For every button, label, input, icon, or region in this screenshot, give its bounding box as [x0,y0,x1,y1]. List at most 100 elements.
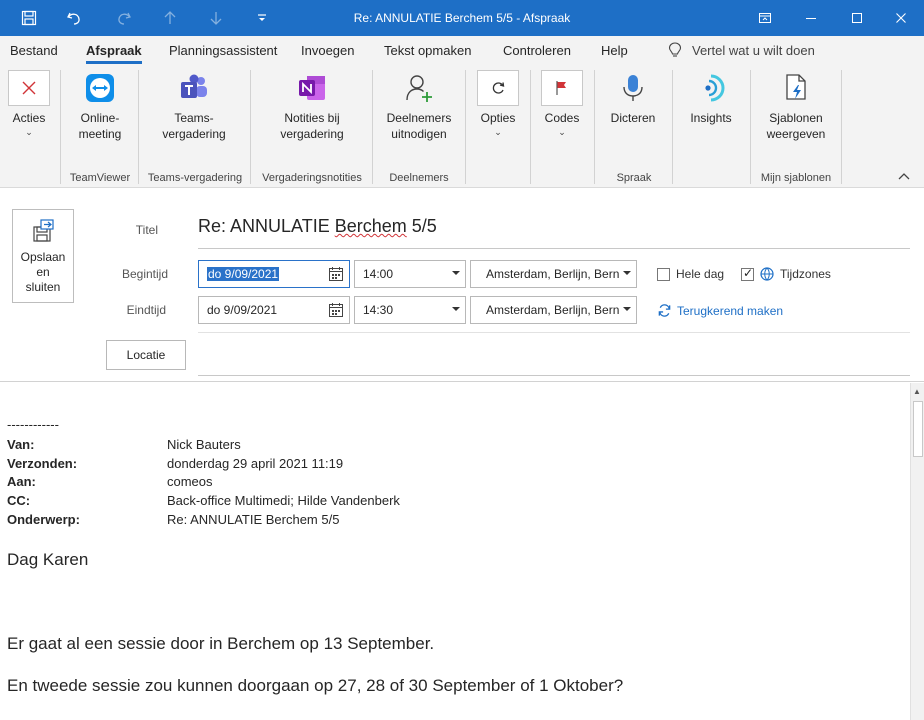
all-day-label: Hele dag [676,267,725,281]
options-button[interactable]: Opties ⌄ [476,70,520,137]
meeting-notes-button[interactable]: Notities bij vergadering [274,70,350,142]
acties-label: Acties [12,111,46,125]
start-timezone-select[interactable]: Amsterdam, Berlijn, Bern [470,260,637,288]
dropdown-arrow-icon [452,307,460,311]
tab-controleren[interactable]: Controleren [503,43,571,58]
teams-meeting-button[interactable]: Teams- vergadering [150,70,238,142]
tab-tekst-opmaken[interactable]: Tekst opmaken [384,43,471,58]
end-timezone-select[interactable]: Amsterdam, Berlijn, Bern [470,296,637,324]
maximize-icon[interactable] [834,0,880,36]
divider [60,70,61,184]
tab-bestand[interactable]: Bestand [10,43,58,58]
dropdown-arrow-icon [623,271,631,275]
group-teams: Teams-vergadering [147,172,243,184]
title-text-prefix: Re: ANNULATIE [198,216,335,236]
tab-afspraak[interactable]: Afspraak [86,43,142,64]
make-recurring-label: Terugkerend maken [677,303,784,318]
message-body[interactable]: ------------ Van: Nick Bauters Verzonden… [0,383,910,720]
meeting-notes-label-1: Notities bij [284,111,340,125]
undo-icon[interactable] [56,0,92,36]
redo-icon[interactable] [106,0,142,36]
divider [594,70,595,184]
close-window-icon[interactable] [878,0,924,36]
title-input[interactable]: Re: ANNULATIE Berchem 5/5 [198,213,910,249]
insights-label: Insights [690,111,732,125]
header-key: Onderwerp: [7,512,80,527]
arrow-up-icon[interactable] [152,0,188,36]
body-line-1: Er gaat al een sessie door in Berchem op… [7,634,435,653]
template-icon [778,70,814,106]
globe-icon [760,267,774,281]
collapse-ribbon-icon[interactable] [898,172,910,183]
online-meeting-button[interactable]: Online- meeting [64,70,136,142]
body-line-2: En tweede sessie zou kunnen doorgaan op … [7,676,624,695]
minimize-icon[interactable] [788,0,834,36]
make-recurring-link[interactable]: Terugkerend maken [657,303,783,318]
scrollbar-thumb[interactable] [913,401,923,457]
title-text-suffix: 5/5 [406,216,437,236]
teams-meeting-label-2: vergadering [162,127,226,141]
start-time-select[interactable]: 14:00 [354,260,466,288]
chevron-down-icon: ⌄ [25,127,33,137]
ribbon-display-options-icon[interactable] [742,0,788,36]
tab-help[interactable]: Help [601,43,628,58]
chevron-down-icon: ⌄ [494,127,502,137]
scroll-up-icon[interactable]: ▲ [913,387,921,396]
header-value: Nick Bauters [167,437,241,452]
greeting-text: Dag Karen [7,550,89,569]
start-time-value: 14:00 [363,267,394,281]
customize-toolbar-icon[interactable] [244,0,280,36]
save-label-2: en [36,265,50,279]
header-key: Van: [7,437,35,452]
end-date-input[interactable]: do 9/09/2021 [198,296,350,324]
save-and-close-button[interactable]: Opslaan en sluiten [12,209,74,303]
arrow-down-icon[interactable] [198,0,234,36]
dictate-button[interactable]: Dicteren [604,70,662,126]
insights-icon [693,70,729,106]
end-time-select[interactable]: 14:30 [354,296,466,324]
divider [672,70,673,184]
location-button[interactable]: Locatie [106,340,186,370]
insights-button[interactable]: Insights [684,70,738,126]
lightbulb-icon [668,42,682,57]
location-input[interactable] [198,375,910,376]
invite-attendees-button[interactable]: Deelnemers uitnodigen [384,70,454,142]
timezones-box[interactable] [741,266,754,281]
end-timezone-value: Amsterdam, Berlijn, Bern [486,303,620,317]
dropdown-arrow-icon [452,271,460,275]
all-day-checkbox[interactable]: Hele dag [657,267,724,281]
divider [465,70,466,184]
delete-x-icon [8,70,50,106]
end-time-label: Eindtijd [126,303,166,317]
header-value: donderdag 29 april 2021 11:19 [167,456,344,471]
all-day-box[interactable] [657,267,670,281]
group-deelnemers: Deelnemers [389,172,449,184]
end-date-value: do 9/09/2021 [207,303,278,317]
start-date-input[interactable]: do 9/09/2021 [198,260,350,288]
tab-invoegen[interactable]: Invoegen [301,43,355,58]
calendar-icon[interactable] [328,302,344,318]
save-label-1: Opslaan [20,250,66,264]
title-label: Titel [135,223,158,237]
timezones-checkbox[interactable]: Tijdzones [741,266,831,281]
tab-planningsassistent[interactable]: Planningsassistent [169,43,277,58]
tags-button[interactable]: Codes ⌄ [540,70,584,137]
title-bar: Re: ANNULATIE Berchem 5/5 - Afspraak [0,0,924,36]
microphone-icon [615,70,651,106]
options-label: Opties [480,111,516,125]
calendar-icon[interactable] [328,266,344,282]
meeting-notes-label-2: vergadering [280,127,344,141]
teams-icon [176,70,212,106]
vertical-scrollbar[interactable]: ▲ [910,383,924,720]
view-templates-button[interactable]: Sjablonen weergeven [762,70,830,142]
add-person-icon [401,70,437,106]
view-templates-label-2: weergeven [766,127,826,141]
separator-text: ------------ [7,417,59,432]
acties-button[interactable]: Acties ⌄ [8,70,50,137]
menu-tabs: Bestand Afspraak Planningsassistent Invo… [0,36,924,66]
save-icon[interactable] [11,0,47,36]
title-text-misspelled: Berchem [334,216,407,236]
appointment-form: Opslaan en sluiten Titel Re: ANNULATIE B… [0,188,924,382]
tell-me-search[interactable]: Vertel wat u wilt doen [668,42,815,58]
start-date-value: do 9/09/2021 [207,267,280,281]
